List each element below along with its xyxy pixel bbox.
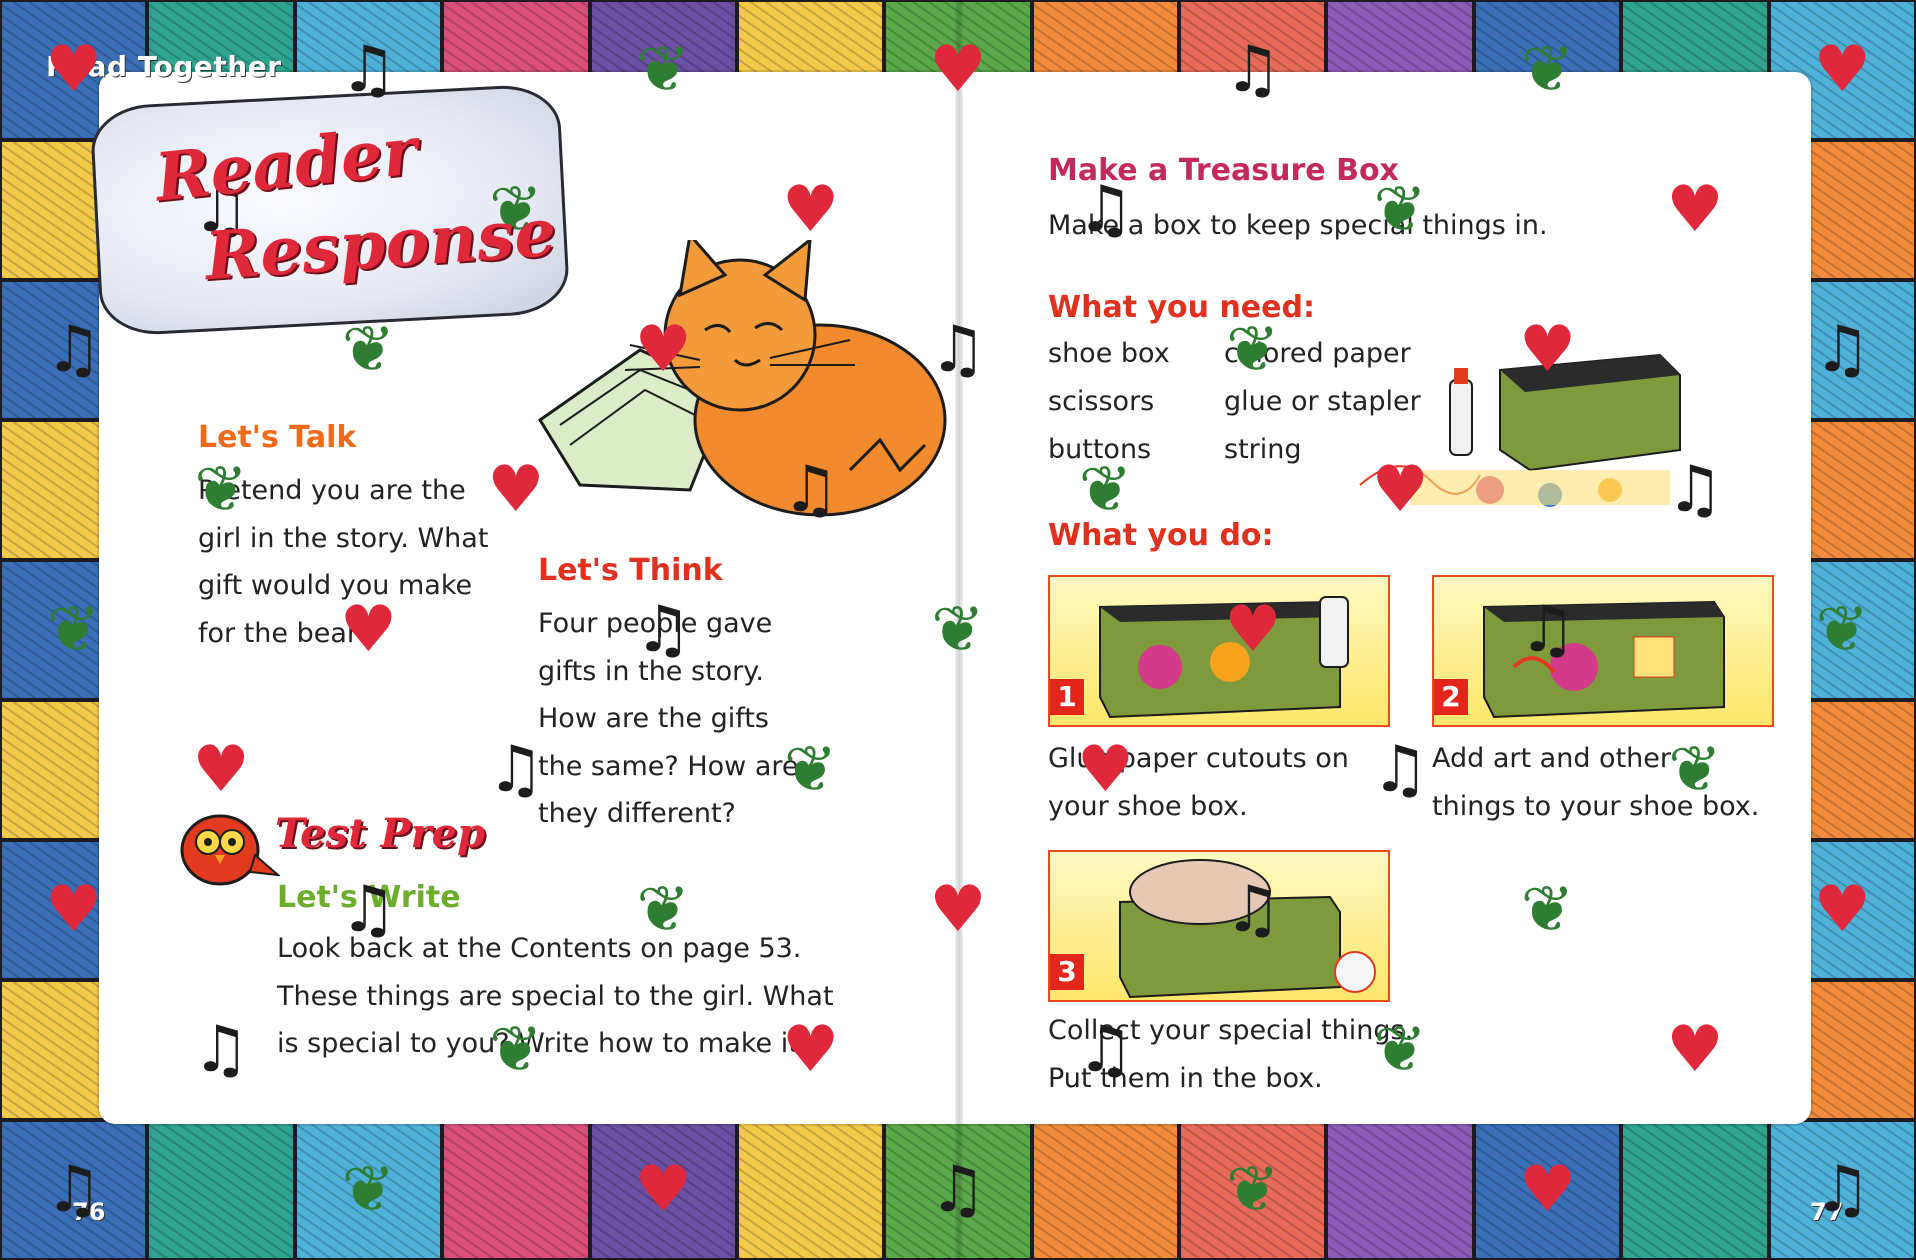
music-note-icon: ♫ — [45, 1153, 103, 1227]
music-note-icon: ♫ — [929, 313, 987, 387]
quilt-tile — [147, 1120, 295, 1260]
heart-icon: ♥ — [1076, 733, 1135, 807]
box-icon — [1119, 859, 1376, 999]
music-note-icon: ♫ — [45, 313, 103, 387]
step-2-photo: 2 — [1432, 575, 1774, 727]
lets-think-heading: Let's Think — [538, 553, 723, 588]
music-note-icon: ♫ — [487, 733, 545, 807]
heart-icon: ♥ — [1813, 33, 1871, 107]
quilt-tile: ❦ — [294, 1120, 443, 1260]
heart-icon: ♥ — [1224, 593, 1282, 667]
music-note-icon: ♫ — [1813, 1153, 1871, 1227]
owl-icon — [180, 814, 280, 886]
music-note-icon: ♫ — [1224, 33, 1282, 107]
step-1-photo: 1 — [1048, 575, 1390, 727]
music-note-icon: ♫ — [929, 1153, 987, 1227]
heart-icon: ♥ — [781, 173, 840, 247]
music-note-icon: ♫ — [339, 33, 398, 107]
music-note-icon: ♫ — [339, 873, 398, 947]
heart-icon: ♥ — [1518, 313, 1577, 387]
leaf-icon: ❦ — [194, 453, 248, 527]
heart-icon: ♥ — [45, 873, 103, 947]
heart-icon: ♥ — [192, 733, 250, 807]
step-number: 1 — [1050, 679, 1084, 715]
step-3-photo: 3 — [1048, 850, 1390, 1002]
quilt-tile — [1326, 1120, 1474, 1260]
music-note-icon: ♫ — [1224, 873, 1282, 947]
box-icon — [1483, 600, 1725, 719]
music-note-icon: ♫ — [192, 1013, 250, 1087]
heart-icon: ♥ — [929, 873, 987, 947]
title-pillow: Reader Response — [89, 82, 571, 338]
lets-think-line: they different? — [538, 798, 736, 829]
music-note-icon: ♫ — [1813, 313, 1871, 387]
leaf-icon: ❦ — [1225, 1153, 1280, 1227]
leaf-icon: ❦ — [636, 873, 691, 947]
step-number: 3 — [1050, 954, 1084, 990]
supply-item: shoe box — [1048, 338, 1170, 369]
cat-reading-illustration — [537, 240, 947, 517]
quilt-tile: ❦ — [1179, 1120, 1327, 1260]
supply-item: scissors — [1048, 386, 1155, 417]
heart-icon: ♥ — [339, 593, 398, 667]
leaf-icon: ❦ — [1078, 453, 1133, 527]
quilt-tile: ♫ — [0, 1120, 148, 1260]
leaf-icon: ❦ — [1520, 33, 1575, 107]
music-note-icon: ♫ — [634, 593, 692, 667]
supply-item: buttons — [1048, 434, 1152, 465]
heart-icon: ♥ — [1371, 453, 1429, 527]
quilt-tile — [1621, 1120, 1769, 1260]
leaf-icon: ❦ — [1815, 593, 1870, 667]
music-note-icon: ♫ — [781, 453, 840, 527]
step-number: 2 — [1434, 679, 1468, 715]
leaf-icon: ❦ — [931, 593, 985, 667]
leaf-icon: ❦ — [783, 733, 838, 807]
leaf-icon: ❦ — [1373, 1013, 1427, 1087]
leaf-icon: ❦ — [1225, 313, 1280, 387]
leaf-icon: ❦ — [1373, 173, 1427, 247]
heart-icon: ♥ — [45, 33, 103, 107]
lets-talk-heading: Let's Talk — [198, 420, 357, 455]
box-icon — [1099, 596, 1349, 719]
leaf-icon: ❦ — [46, 593, 101, 667]
heart-icon: ♥ — [929, 33, 987, 107]
lets-think-line: How are the gifts — [538, 703, 769, 734]
heart-icon: ♥ — [1666, 173, 1724, 247]
music-note-icon: ♫ — [1518, 593, 1577, 667]
heart-icon: ♥ — [1666, 1013, 1724, 1087]
leaf-icon: ❦ — [636, 33, 691, 107]
quilt-tile — [736, 1120, 885, 1260]
test-prep-label: Test Prep — [275, 810, 486, 857]
leaf-icon: ❦ — [341, 1153, 396, 1227]
leaf-icon: ❦ — [341, 313, 396, 387]
music-note-icon: ♫ — [1371, 733, 1429, 807]
lets-think-line: the same? How are — [538, 750, 799, 782]
music-note-icon: ♫ — [1076, 1013, 1135, 1087]
quilt-tile: ♥ — [589, 1120, 737, 1260]
heart-icon: ♥ — [487, 453, 545, 527]
quilt-tile: ♥ — [1473, 1120, 1622, 1260]
music-note-icon: ♫ — [1076, 173, 1135, 247]
leaf-icon: ❦ — [489, 1013, 543, 1087]
heart-icon: ♥ — [634, 313, 692, 387]
heart-icon: ♥ — [634, 1153, 692, 1227]
lets-write-line: These things are special to the girl. Wh… — [277, 980, 834, 1012]
heart-icon: ♥ — [781, 1013, 840, 1087]
leaf-icon: ❦ — [1668, 733, 1722, 807]
lets-write-line: is special to you? Write how to make it. — [277, 1028, 808, 1059]
leaf-icon: ❦ — [1520, 873, 1575, 947]
heart-icon: ♥ — [1518, 1153, 1577, 1227]
heart-icon: ♥ — [1813, 873, 1871, 947]
music-note-icon: ♫ — [1666, 453, 1724, 527]
quilt-tile — [442, 1120, 590, 1260]
book-spread: ♥ ♫ ❦ ♥ ♫ ❦ ♥ ♫ ❦ ♥ ♫ ❦ ♥ ♫ ❦ ♥ ♫ ❦ ♥ ♫ ❦ ♥ ♫ ❦ ♥ ♫ ❦ ♥ ♫ ❦ ♥ ♫ ❦ ♥ ♫ ❦ ♥ ♫ ❦ ♥… — [0, 0, 1916, 1260]
quilt-tile — [1031, 1120, 1180, 1260]
quilt-tile: ♫ — [1768, 1120, 1916, 1260]
